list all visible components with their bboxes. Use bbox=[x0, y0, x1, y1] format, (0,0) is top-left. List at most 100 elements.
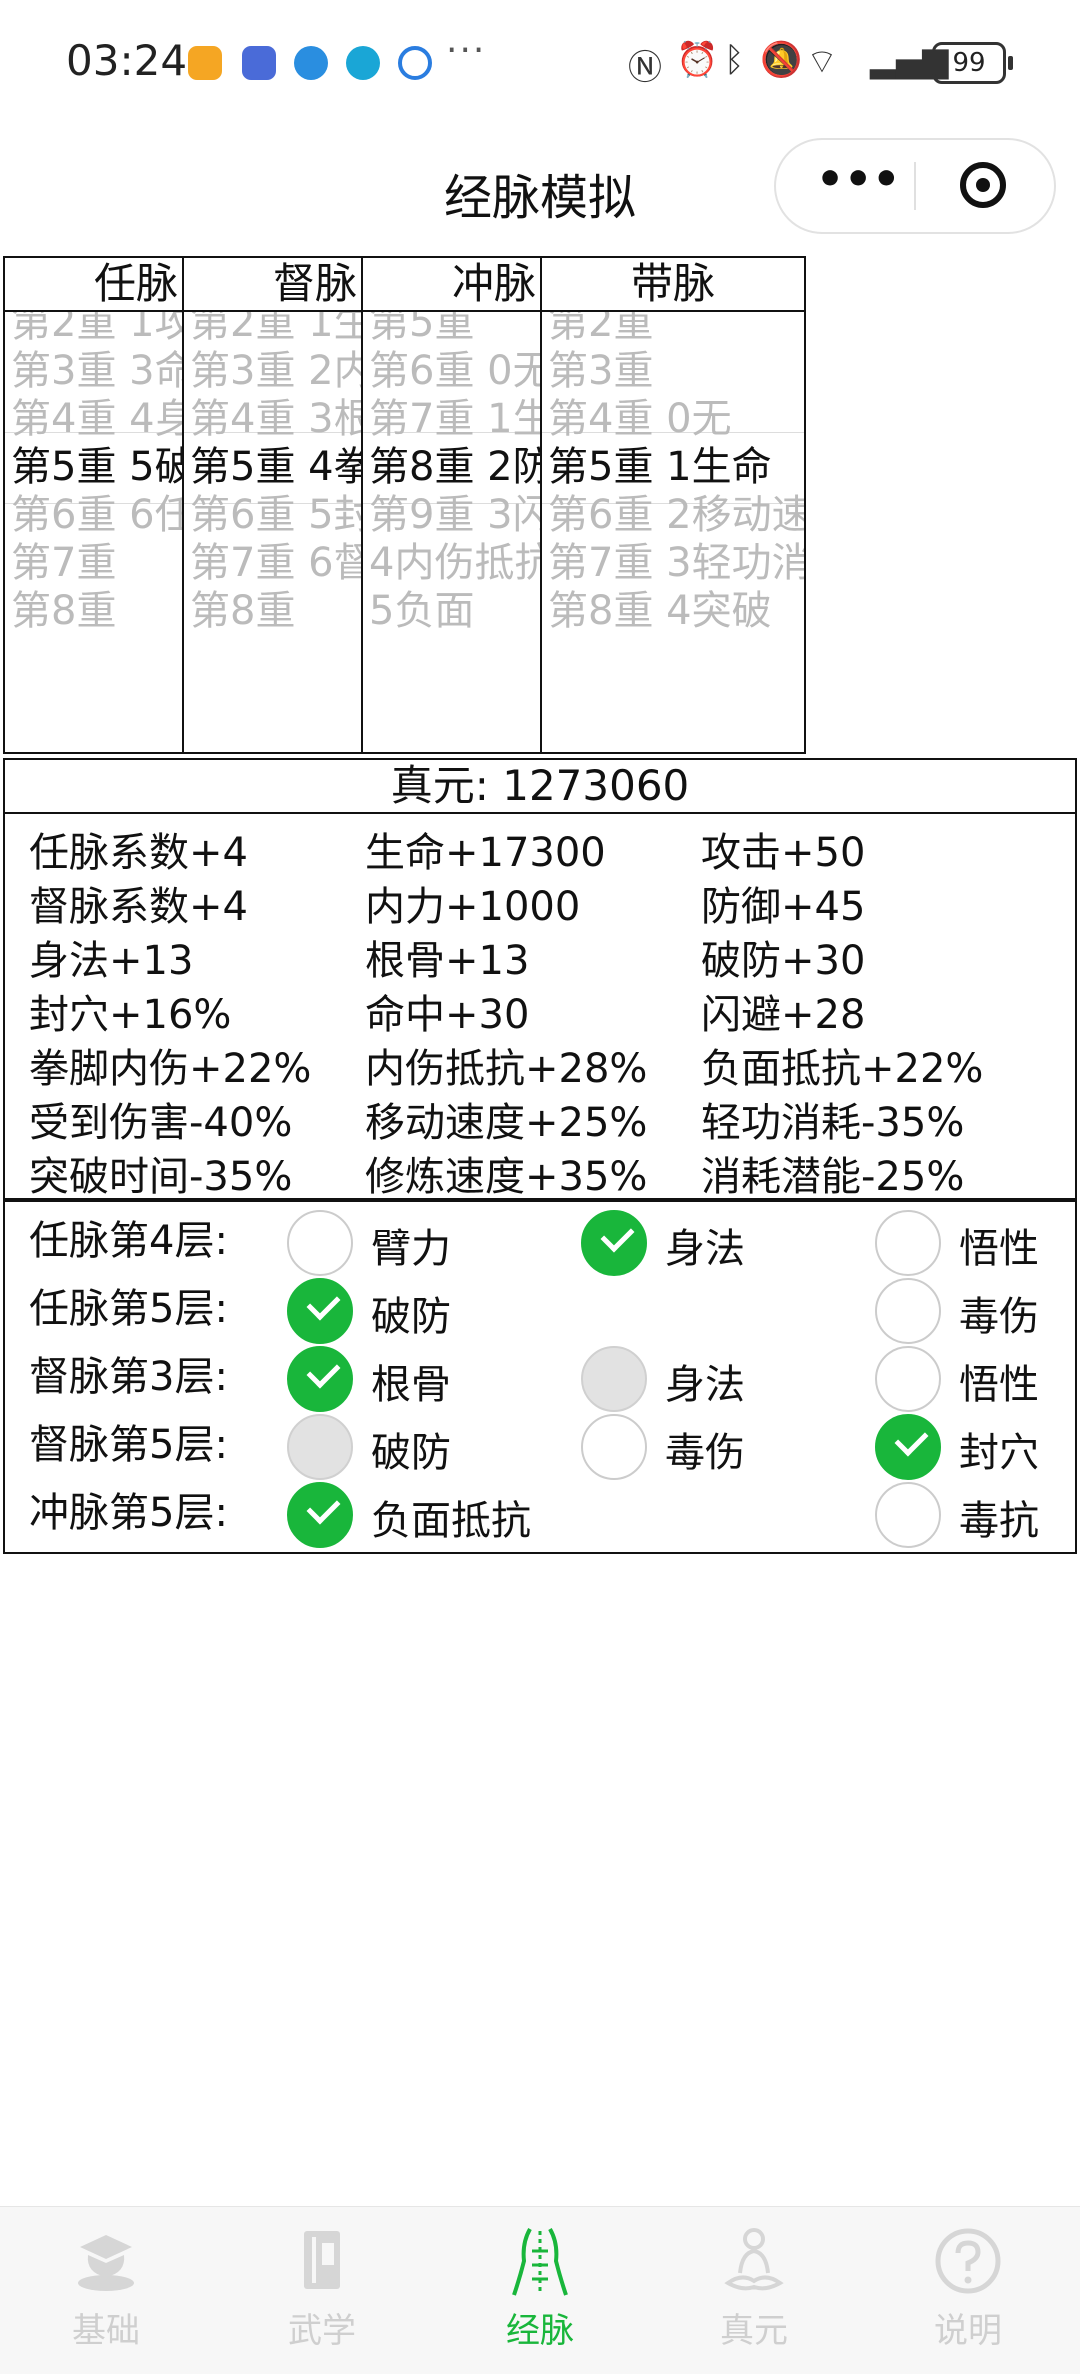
zhenyuan-total: 真元: 1273060 bbox=[3, 758, 1077, 814]
option-label: 负面抵抗 bbox=[371, 1498, 531, 1544]
tab-meridian[interactable]: 经脉 bbox=[470, 2221, 610, 2352]
bluetooth-icon: ᛒ bbox=[724, 40, 745, 80]
weibo-icon bbox=[188, 46, 222, 80]
telegram-icon bbox=[294, 46, 328, 80]
empty-circle-icon bbox=[287, 1414, 353, 1480]
meridian-column: 带脉第2重第3重第4重 0无第5重 1生命第6重 2移动速度第7重 3轻功消耗第… bbox=[540, 256, 806, 754]
tab-zhenyuan[interactable]: 真元 bbox=[684, 2221, 824, 2352]
option-label: 毒伤 bbox=[959, 1294, 1039, 1340]
empty-circle-icon bbox=[875, 1482, 941, 1548]
wifi-icon: ⌔ bbox=[806, 42, 838, 82]
close-miniprogram-icon[interactable] bbox=[960, 162, 1006, 208]
clock: 03:24 bbox=[66, 36, 188, 85]
checked-circle-icon bbox=[581, 1210, 647, 1276]
stat-value: 任脉系数+4 bbox=[29, 830, 248, 876]
picker-row[interactable]: 第8重 bbox=[190, 578, 295, 650]
stat-value: 命中+30 bbox=[365, 992, 530, 1038]
battery-icon: 99 bbox=[932, 42, 1013, 84]
stat-value: 突破时间-35% bbox=[29, 1154, 293, 1200]
layer-label: 冲脉第5层: bbox=[29, 1490, 228, 1536]
stat-value: 身法+13 bbox=[29, 938, 194, 984]
zhenyuan-label: 真元: bbox=[390, 761, 503, 810]
stat-value: 拳脚内伤+22% bbox=[29, 1046, 312, 1092]
tab-label: 武学 bbox=[288, 2311, 356, 2351]
stat-value: 轻功消耗-35% bbox=[701, 1100, 965, 1146]
mute-icon: 🔕 bbox=[760, 40, 803, 80]
layer-label: 督脉第3层: bbox=[29, 1354, 228, 1400]
stat-value: 内伤抵抗+28% bbox=[365, 1046, 648, 1092]
stat-value: 根骨+13 bbox=[365, 938, 530, 984]
hat-icon bbox=[78, 2235, 134, 2291]
stat-value: 封穴+16% bbox=[29, 992, 232, 1038]
option-label: 臂力 bbox=[371, 1226, 451, 1272]
alarm-icon: ⏰ bbox=[676, 40, 719, 80]
picker-row[interactable]: 5负面 bbox=[369, 578, 474, 650]
capsule-divider bbox=[914, 162, 916, 210]
stat-value: 修炼速度+35% bbox=[365, 1154, 648, 1200]
layer-label: 任脉第4层: bbox=[29, 1218, 228, 1264]
meridian-column-header: 带脉 bbox=[542, 258, 804, 312]
book-icon bbox=[304, 2231, 340, 2289]
empty-circle-icon bbox=[581, 1346, 647, 1412]
option-label: 身法 bbox=[665, 1362, 745, 1408]
picker-row[interactable]: 第8重 bbox=[11, 578, 116, 650]
title-bar: 经脉模拟 ••• bbox=[0, 120, 1080, 250]
option-label: 身法 bbox=[665, 1226, 745, 1272]
more-menu-icon[interactable]: ••• bbox=[816, 158, 900, 214]
stat-value: 督脉系数+4 bbox=[29, 884, 248, 930]
meridian-body-icon bbox=[512, 2228, 568, 2296]
stats-panel: 任脉系数+4 生命+17300 攻击+50 督脉系数+4 内力+1000 防御+45 身法+… bbox=[3, 812, 1077, 1200]
picker-row[interactable]: 第8重 4突破 bbox=[548, 578, 772, 650]
stat-value: 防御+45 bbox=[701, 884, 866, 930]
option-label: 封穴 bbox=[959, 1430, 1039, 1476]
stat-value: 负面抵抗+22% bbox=[701, 1046, 984, 1092]
more-notifications-icon: ··· bbox=[446, 30, 487, 71]
stat-value: 内力+1000 bbox=[365, 884, 581, 930]
mobile-app-icon bbox=[346, 46, 380, 80]
tab-martial[interactable]: 武学 bbox=[252, 2221, 392, 2352]
status-bar: 03:24 ··· Ⓝ ⏰ ᛒ 🔕 ⌔ ▂▄▆ 99 bbox=[0, 0, 1080, 120]
tab-label: 说明 bbox=[934, 2311, 1002, 2351]
tab-help[interactable]: 说明 bbox=[898, 2221, 1038, 2352]
bottom-tab-bar: 基础 武学 经脉 真元 说明 bbox=[0, 2206, 1080, 2374]
option-label: 悟性 bbox=[959, 1226, 1039, 1272]
stat-value: 消耗潜能-25% bbox=[701, 1154, 965, 1200]
option-label: 悟性 bbox=[959, 1362, 1039, 1408]
empty-circle-icon bbox=[875, 1346, 941, 1412]
meridian-level-picker[interactable]: 第2重第3重第4重 0无第5重 1生命第6重 2移动速度第7重 3轻功消耗第8重… bbox=[542, 312, 804, 752]
option-label: 根骨 bbox=[371, 1362, 451, 1408]
layer-label: 督脉第5层: bbox=[29, 1422, 228, 1468]
option-label: 破防 bbox=[371, 1294, 451, 1340]
option-label: 毒伤 bbox=[665, 1430, 745, 1476]
tab-label: 基础 bbox=[72, 2311, 140, 2351]
help-icon bbox=[935, 2228, 1001, 2294]
stat-value: 移动速度+25% bbox=[365, 1100, 648, 1146]
checked-circle-icon bbox=[875, 1414, 941, 1480]
empty-circle-icon bbox=[287, 1210, 353, 1276]
checked-circle-icon bbox=[287, 1482, 353, 1548]
stat-value: 破防+30 bbox=[701, 938, 866, 984]
tab-label: 真元 bbox=[720, 2311, 788, 2351]
tab-label: 经脉 bbox=[506, 2311, 574, 2351]
stat-value: 受到伤害-40% bbox=[29, 1100, 293, 1146]
zhenyuan-value: 1273060 bbox=[502, 761, 690, 810]
empty-circle-icon bbox=[581, 1414, 647, 1480]
meridian-pickers: 任脉第2重 1攻击第3重 3命中第4重 4身法第5重 5破防第6重 6任脉系数第… bbox=[3, 256, 1077, 754]
option-label: 毒抗 bbox=[959, 1498, 1039, 1544]
stat-value: 生命+17300 bbox=[365, 830, 606, 876]
empty-circle-icon bbox=[875, 1210, 941, 1276]
option-label: 破防 bbox=[371, 1430, 451, 1476]
stat-value: 闪避+28 bbox=[701, 992, 866, 1038]
tab-basic[interactable]: 基础 bbox=[36, 2221, 176, 2352]
layer-label: 任脉第5层: bbox=[29, 1286, 228, 1332]
checked-circle-icon bbox=[287, 1346, 353, 1412]
nfc-icon: Ⓝ bbox=[628, 48, 662, 88]
checked-circle-icon bbox=[287, 1278, 353, 1344]
tieba-icon bbox=[242, 46, 276, 80]
empty-circle-icon bbox=[875, 1278, 941, 1344]
layer-choices: 任脉第4层: 臂力 身法 悟性 任脉第5层: 破防 毒伤 督脉第3层: 根骨 身法 悟性 督脉第5层:… bbox=[3, 1200, 1077, 1554]
chat-bubble-icon bbox=[398, 46, 432, 80]
meditation-icon bbox=[724, 2228, 784, 2291]
miniprogram-capsule: ••• bbox=[774, 138, 1056, 234]
stat-value: 攻击+50 bbox=[701, 830, 866, 876]
